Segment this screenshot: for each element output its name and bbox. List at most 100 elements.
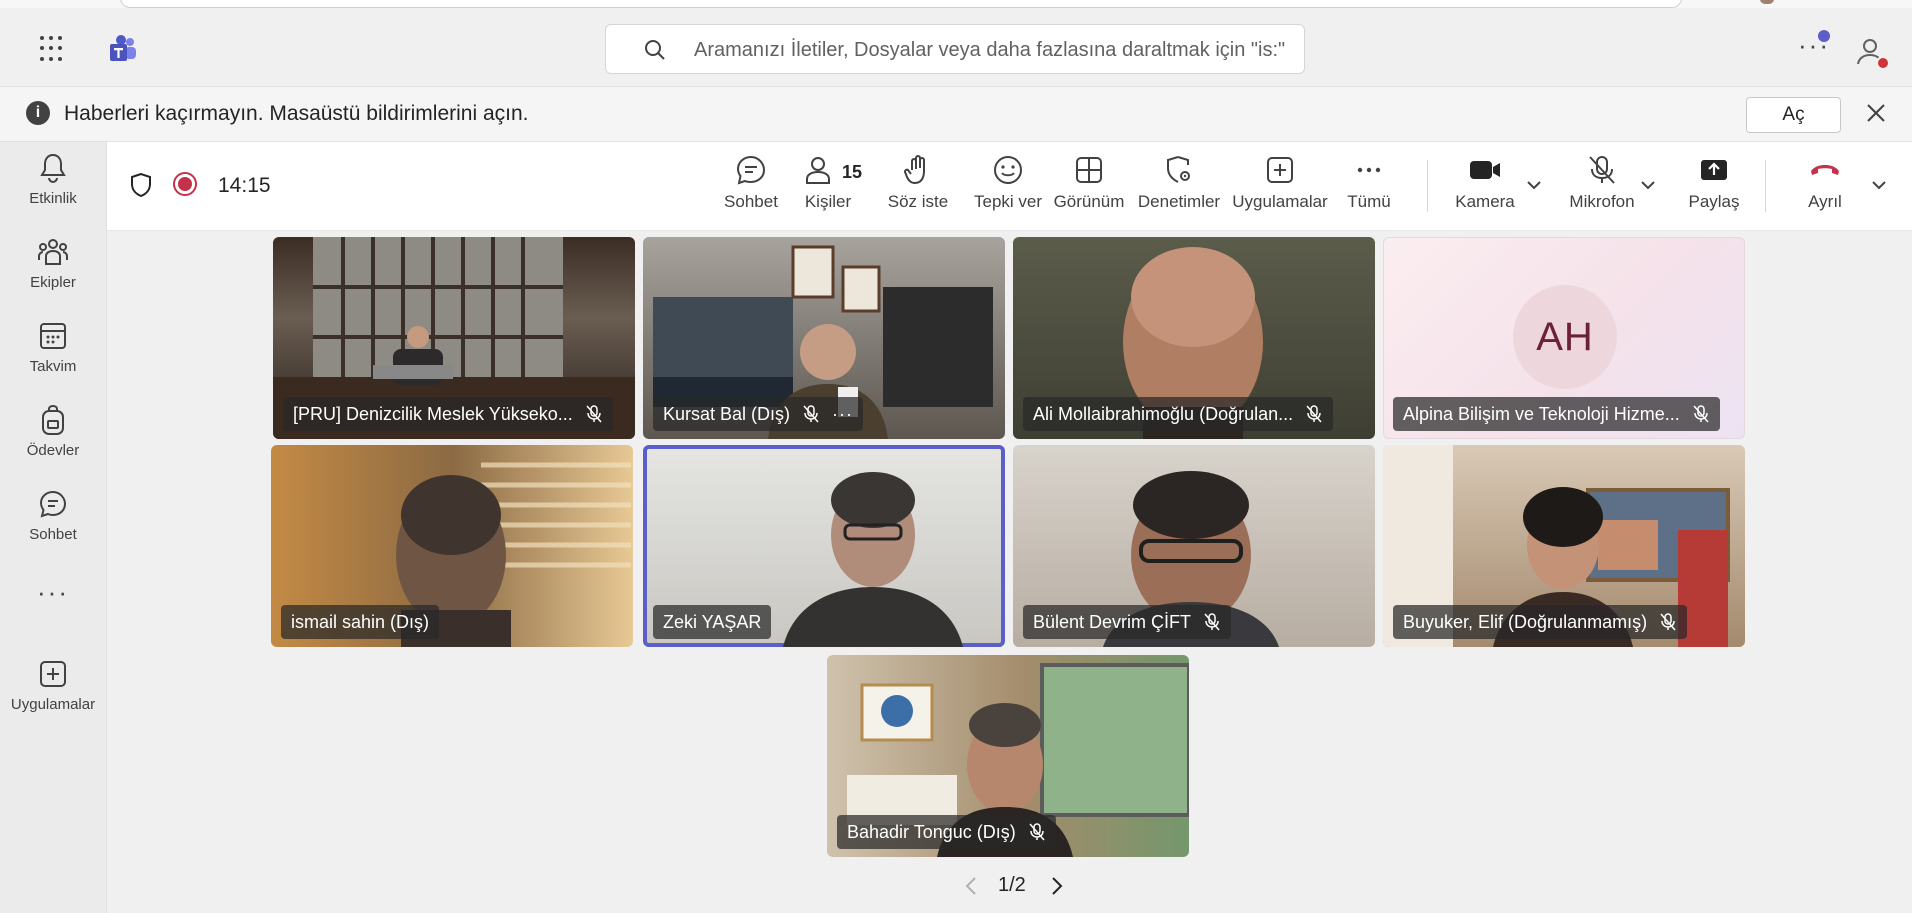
presence-status-badge [1876,56,1890,70]
share-screen-icon [1701,160,1727,180]
chat-icon [39,490,67,518]
participant-name-tag: ismail sahin (Dış) [281,605,440,639]
notification-dot [1818,30,1830,42]
rail-label: Takvim [29,358,77,375]
participant-count: 15 [842,162,863,182]
gallery-pager: 1/2 [962,871,1082,901]
mic-off-icon [1029,823,1045,841]
hang-up-icon [1811,165,1839,175]
mic-off-icon [1306,405,1322,423]
layout-icon [1076,157,1102,183]
chevron-right-icon[interactable] [1048,875,1066,897]
add-app-icon [1267,157,1293,183]
participant-tile[interactable]: [PRU] Denizcilik Meslek Yükseko... [273,237,635,439]
chat-label: Sohbet [724,192,778,211]
controls-label: Denetimler [1137,192,1221,211]
participant-tile[interactable]: Ali Mollaibrahimoğlu (Doğrulan... [1013,237,1375,439]
raise-hand-button[interactable]: Söz iste [883,154,953,220]
chat-icon [736,155,766,185]
view-label: Görünüm [1053,192,1125,211]
profile-avatar[interactable] [1854,34,1890,70]
more-label: Tümü [1347,192,1391,211]
participant-name-tag: Buyuker, Elif (Doğrulanmamış) [1393,605,1688,639]
chevron-down-icon[interactable] [1639,176,1657,194]
browser-avatar[interactable] [1760,0,1774,4]
more-options-icon[interactable]: ··· [832,397,853,431]
people-icon [806,157,830,184]
rail-item-teams[interactable]: Ekipler [0,236,106,308]
microphone-label: Mikrofon [1569,192,1635,211]
backpack-icon [42,404,64,435]
react-label: Tepki ver [973,192,1043,211]
raise-hand-label: Söz iste [887,192,949,211]
apps-button[interactable]: Uygulamalar [1230,154,1330,220]
search-placeholder: Aramanızı İletiler, Dosyalar veya daha f… [694,39,1286,61]
more-actions-button[interactable]: Tümü [1341,154,1397,220]
react-button[interactable]: Tepki ver [968,154,1048,220]
people-label: Kişiler [804,192,852,211]
leave-label: Ayrıl [1808,192,1842,211]
search-icon [645,40,665,60]
shield-gear-icon [1167,156,1190,183]
meeting-toolbar: 14:15 Sohbet Kişiler 15 Söz iste Tepki v… [107,142,1912,231]
participant-name-tag: Ali Mollaibrahimoğlu (Doğrulan... [1023,397,1334,431]
participant-tile[interactable]: Bahadir Tonguc (Dış) [827,655,1189,857]
rail-item-activity[interactable]: Etkinlik [0,152,106,224]
chevron-down-icon[interactable] [1525,176,1543,194]
bell-icon [40,153,66,184]
participant-tile[interactable]: Kursat Bal (Dış) ··· [643,237,1005,439]
apps-label: Uygulamalar [1232,192,1328,211]
participant-name-tag: [PRU] Denizcilik Meslek Yükseko... [283,397,613,431]
meeting-timer: 14:15 [218,174,271,197]
page-indicator: 1/2 [998,874,1026,896]
mic-off-icon [1660,613,1676,631]
banner-message: Haberleri kaçırmayın. Masaüstü bildiriml… [64,102,529,125]
controls-button[interactable]: Denetimler [1136,154,1222,220]
view-button[interactable]: Görünüm [1051,154,1127,220]
toolbar-divider [1427,160,1428,212]
teams-icon [38,239,68,265]
chat-button[interactable]: Sohbet [718,154,784,220]
browser-edge [0,0,1912,8]
search-input[interactable]: Aramanızı İletiler, Dosyalar veya daha f… [605,24,1305,74]
participant-tile[interactable]: Buyuker, Elif (Doğrulanmamış) [1383,445,1745,647]
enable-notifications-button[interactable]: Aç [1746,97,1841,133]
rail-label: Sohbet [29,526,77,543]
camera-label: Kamera [1455,192,1515,211]
rail-label: Uygulamalar [10,696,96,713]
rail-item-assignments[interactable]: Ödevler [0,404,106,476]
participant-tile-active-speaker[interactable]: Zeki YAŞAR [643,445,1005,647]
participant-name-tag: Alpina Bilişim ve Teknoloji Hizme... [1393,397,1720,431]
mic-off-icon [586,405,602,423]
participant-tile[interactable]: Bülent Devrim ÇİFT [1013,445,1375,647]
share-button[interactable]: Paylaş [1681,154,1747,220]
rail-item-calendar[interactable]: Takvim [0,320,106,392]
hand-icon [904,155,925,185]
mic-off-icon [1589,156,1615,184]
microphone-button[interactable]: Mikrofon [1559,154,1645,220]
emoji-icon [994,156,1022,184]
chevron-left-icon[interactable] [962,875,980,897]
participant-tile[interactable]: AH Alpina Bilişim ve Teknoloji Hizme... [1383,237,1745,439]
shield-icon[interactable] [129,172,153,198]
app-launcher-icon[interactable] [40,36,66,62]
rail-item-apps[interactable]: Uygulamalar [0,658,106,730]
camera-button[interactable]: Kamera [1450,154,1520,220]
rail-item-chat[interactable]: Sohbet [0,488,106,560]
participant-tile[interactable]: ismail sahin (Dış) [271,445,633,647]
chevron-down-icon[interactable] [1870,176,1888,194]
title-bar: Aramanızı İletiler, Dosyalar veya daha f… [0,8,1912,87]
rail-label: Ekipler [30,274,76,291]
participant-name-tag: Bahadir Tonguc (Dış) [837,815,1056,849]
share-label: Paylaş [1688,192,1740,211]
video-stage: [PRU] Denizcilik Meslek Yükseko... Kursa… [107,231,1912,913]
browser-address-bar[interactable] [120,0,1682,8]
leave-button[interactable]: Ayrıl [1797,154,1853,220]
participant-name-tag: Bülent Devrim ÇİFT [1023,605,1232,639]
add-app-icon [40,661,66,687]
close-icon[interactable] [1864,101,1888,125]
rail-more-icon[interactable]: ··· [0,579,106,612]
teams-logo-icon [110,35,136,61]
toolbar-divider [1765,160,1766,212]
rail-label: Etkinlik [29,190,77,207]
